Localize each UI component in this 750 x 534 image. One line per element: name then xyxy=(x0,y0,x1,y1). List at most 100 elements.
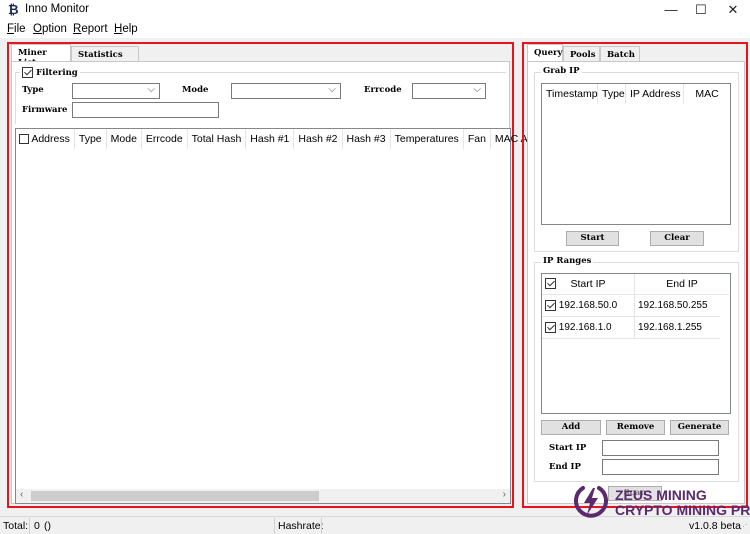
filtering-checkbox[interactable] xyxy=(22,66,33,78)
miner-list-panel: Filtering Type ⌵ Mode ⌵ Errcode ⌵ Firmwa… xyxy=(11,61,565,504)
column-timestamp[interactable]: Timestamp xyxy=(542,84,598,104)
firmware-input[interactable] xyxy=(72,102,219,118)
column-mode[interactable]: Mode xyxy=(107,129,142,149)
firmware-label: Firmware xyxy=(22,105,68,115)
tab-query[interactable]: Query xyxy=(527,44,563,62)
add-button[interactable]: Add xyxy=(541,420,601,435)
menu-help[interactable]: Help xyxy=(114,23,138,35)
start-ip-label: Start IP xyxy=(549,443,587,453)
ip-range-row[interactable]: 192.168.1.0 192.168.1.255 xyxy=(542,317,720,339)
chevron-down-icon: ⌵ xyxy=(328,84,336,95)
miner-table-header: Address Type Mode Errcode Total Hash Has… xyxy=(16,129,565,149)
grab-ip-table[interactable]: Timestamp Type IP Address MAC xyxy=(541,83,731,225)
grab-ip-label: Grab IP xyxy=(541,66,582,76)
start-ip-input[interactable] xyxy=(602,440,719,456)
menu-file[interactable]: File xyxy=(7,23,26,35)
scroll-right-icon[interactable]: › xyxy=(503,489,506,500)
column-address[interactable]: Address xyxy=(16,129,75,149)
minimize-button[interactable]: — xyxy=(656,1,686,19)
ip-range-end: 192.168.50.255 xyxy=(638,300,708,311)
close-button[interactable]: ✕ xyxy=(718,1,748,19)
menu-option-label: ption xyxy=(41,23,67,35)
ip-ranges-group: IP Ranges Start IP End IP 192.168.50.0 1… xyxy=(534,256,739,482)
scroll-left-icon[interactable]: ‹ xyxy=(20,489,23,500)
column-hash-2[interactable]: Hash #2 xyxy=(294,129,343,149)
horizontal-scrollbar[interactable]: ‹ › xyxy=(16,489,510,503)
select-all-ranges-checkbox[interactable] xyxy=(545,278,556,289)
zeus-lightning-logo-icon xyxy=(574,486,608,518)
column-end-ip[interactable]: End IP xyxy=(635,274,729,294)
chevron-down-icon: ⌵ xyxy=(473,84,481,95)
query-panel: Grab IP Timestamp Type IP Address MAC St… xyxy=(527,61,745,504)
version-label: v1.0.8 beta xyxy=(689,520,741,532)
column-hash-3[interactable]: Hash #3 xyxy=(343,129,391,149)
clear-button[interactable]: Clear xyxy=(650,231,704,246)
end-ip-label: End IP xyxy=(549,462,581,472)
generate-button[interactable]: Generate xyxy=(670,420,729,435)
ip-ranges-label: IP Ranges xyxy=(541,256,594,266)
menu-file-accel: F xyxy=(7,23,15,35)
miner-table[interactable]: Address Type Mode Errcode Total Hash Has… xyxy=(15,128,565,504)
column-address-label: Address xyxy=(31,133,70,145)
column-temperatures[interactable]: Temperatures xyxy=(391,129,464,149)
select-all-checkbox[interactable] xyxy=(19,134,29,145)
window-title: Inno Monitor xyxy=(25,3,89,15)
column-ip-address[interactable]: IP Address xyxy=(626,84,684,104)
ip-range-checkbox[interactable] xyxy=(545,321,556,333)
menu-file-label: ile xyxy=(14,23,26,35)
filtering-toggle[interactable]: Filtering xyxy=(20,66,80,78)
tab-batch[interactable]: Batch xyxy=(600,46,640,62)
maximize-button[interactable]: ☐ xyxy=(686,1,716,19)
end-ip-input[interactable] xyxy=(602,459,719,475)
ip-range-start: 192.168.50.0 xyxy=(558,300,618,311)
column-fan[interactable]: Fan xyxy=(464,129,491,149)
total-label: Total: xyxy=(3,520,29,532)
type-select[interactable]: ⌵ xyxy=(72,83,160,99)
tab-pools[interactable]: Pools xyxy=(563,46,600,62)
column-type[interactable]: Type xyxy=(598,84,626,104)
ip-range-start-cell: 192.168.1.0 xyxy=(542,317,635,338)
menu-help-label: elp xyxy=(122,23,138,35)
errcode-select[interactable]: ⌵ xyxy=(412,83,486,99)
ip-range-row[interactable]: 192.168.50.0 192.168.50.255 xyxy=(542,295,720,317)
mode-label: Mode xyxy=(182,85,209,95)
status-separator xyxy=(29,518,30,534)
ip-range-checkbox[interactable] xyxy=(545,299,556,311)
column-hash-1[interactable]: Hash #1 xyxy=(246,129,295,149)
scrollbar-thumb[interactable] xyxy=(31,491,319,501)
column-errcode[interactable]: Errcode xyxy=(142,129,188,149)
total-value: 0 xyxy=(34,520,40,532)
column-mac[interactable]: MAC xyxy=(684,84,730,104)
tab-statistics[interactable]: Statistics xyxy=(71,46,139,62)
total-extra: () xyxy=(44,520,51,532)
ip-range-end: 192.168.1.255 xyxy=(638,322,702,333)
ip-range-start: 192.168.1.0 xyxy=(558,322,612,333)
column-total-hash[interactable]: Total Hash xyxy=(188,129,247,149)
menu-bar: File Option Report Help xyxy=(0,20,750,38)
watermark-line-1: ZEUS MINING xyxy=(615,487,707,503)
ip-ranges-table[interactable]: Start IP End IP 192.168.50.0 192.168.50.… xyxy=(541,273,731,414)
column-start-ip-label: Start IP xyxy=(570,278,606,290)
remove-button[interactable]: Remove xyxy=(606,420,665,435)
menu-report[interactable]: Report xyxy=(73,23,108,35)
type-label: Type xyxy=(22,85,44,95)
column-start-ip[interactable]: Start IP xyxy=(542,274,635,294)
chevron-down-icon: ⌵ xyxy=(147,84,155,95)
bitcoin-icon: ₿ xyxy=(8,2,19,17)
watermark-line-2: CRYPTO MINING PRO xyxy=(615,502,750,518)
start-button[interactable]: Start xyxy=(566,231,619,246)
status-bar: Total: 0 () Hashrate: v1.0.8 beta ⋰ xyxy=(0,516,750,534)
status-separator xyxy=(321,518,322,534)
column-type[interactable]: Type xyxy=(75,129,107,149)
ip-range-start-cell: 192.168.50.0 xyxy=(542,295,635,316)
grab-ip-group: Grab IP Timestamp Type IP Address MAC St… xyxy=(534,66,739,252)
mode-select[interactable]: ⌵ xyxy=(231,83,341,99)
resize-grip-icon[interactable]: ⋰ xyxy=(740,523,747,531)
menu-option[interactable]: Option xyxy=(33,23,67,35)
status-separator xyxy=(274,518,275,534)
tab-miner-list[interactable]: Miner List xyxy=(11,44,71,68)
hashrate-label: Hashrate: xyxy=(278,520,324,532)
filtering-label: Filtering xyxy=(36,68,78,78)
menu-option-accel: O xyxy=(33,23,42,35)
grab-ip-table-header: Timestamp Type IP Address MAC xyxy=(542,84,730,104)
